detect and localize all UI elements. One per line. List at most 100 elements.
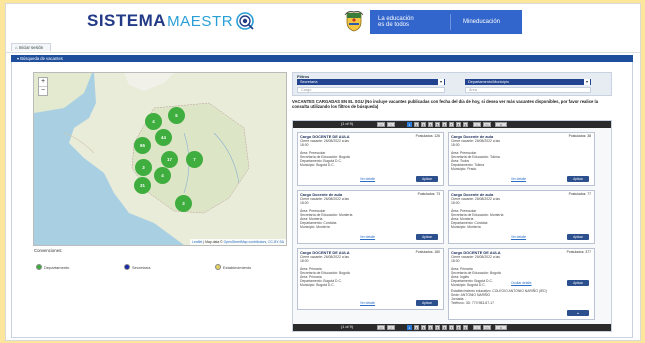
filters-box: Filtros Secretaría ▾ Departamento/Munici… — [292, 72, 612, 96]
next-page-button[interactable]: > — [473, 325, 481, 330]
page-button[interactable]: 6 — [442, 325, 447, 330]
apply-button[interactable]: Aplicar — [416, 176, 438, 182]
collapse-button[interactable]: ▴ — [567, 310, 589, 316]
cargo-select[interactable]: Cargo — [297, 87, 445, 93]
first-page-button[interactable]: << — [377, 325, 385, 330]
departamento-select[interactable]: Departamento/Municipio ▾ — [465, 79, 591, 85]
apply-button[interactable]: Aplicar — [416, 234, 438, 240]
page-button[interactable]: 5 — [435, 122, 440, 127]
card-applicants: Postulados: 377 — [566, 250, 591, 254]
blue-dot-icon — [124, 264, 130, 270]
chevron-down-icon: ▾ — [584, 79, 590, 85]
nav-row: ⌂ Iniciar sesión — [6, 42, 640, 53]
map-cluster-marker[interactable]: 4 — [145, 113, 162, 130]
vacancy-card: Cargo Docente de aula Postulados: 77 Cie… — [448, 190, 595, 244]
page: SISTEMA MAESTR La educación es de todos … — [5, 3, 641, 341]
details-link[interactable]: Ver detalle — [360, 301, 375, 305]
per-page-select[interactable]: 6 — [495, 122, 507, 127]
page-button[interactable]: 5 — [435, 325, 440, 330]
card-line: Municipio: Bogotá D.C. — [300, 163, 335, 167]
page-button[interactable]: 3 — [421, 122, 426, 127]
secretaria-select[interactable]: Secretaría ▾ — [297, 79, 445, 85]
legend-item-establecimiento: Establecimiento — [215, 264, 251, 270]
login-tab[interactable]: ⌂ Iniciar sesión — [11, 43, 51, 51]
login-tab-label: Iniciar sesión — [18, 45, 44, 50]
card-line: Municipio: Montería — [300, 225, 330, 229]
page-button[interactable]: 9 — [463, 122, 468, 127]
details-link[interactable]: Ver detalle — [360, 235, 375, 239]
header-bar: SISTEMA MAESTR La educación es de todos … — [6, 4, 640, 38]
card-line: 18:00 — [300, 259, 309, 263]
prev-page-button[interactable]: < — [387, 325, 395, 330]
colombia-coat-of-arms-icon — [344, 11, 364, 32]
sistema-maestro-logo[interactable]: SISTEMA MAESTR — [87, 10, 254, 32]
card-line: Teléfono: 3D: 770 983-87-17 — [451, 301, 494, 305]
per-page-select[interactable]: 6 — [495, 325, 507, 330]
details-link[interactable]: Ver detalle — [511, 177, 526, 181]
osm-link[interactable]: OpenStreetMap contributors, CC-BY-SA — [224, 240, 284, 244]
page-button[interactable]: 6 — [442, 122, 447, 127]
card-applicants: Postulados: 73 — [417, 192, 440, 196]
map-cluster-marker[interactable]: 44 — [155, 129, 172, 146]
zoom-in-button[interactable]: + — [39, 78, 47, 87]
logo-light-text: MAESTR — [167, 12, 234, 30]
page-button[interactable]: 9 — [463, 325, 468, 330]
map-cluster-marker[interactable]: 3 — [175, 195, 192, 212]
map-zoom-control: + − — [38, 77, 48, 96]
gov-slogan: La educación es de todos — [370, 16, 450, 29]
first-page-button[interactable]: << — [377, 122, 385, 127]
legend-label: Secretaría — [132, 264, 151, 270]
logo-bold-text: SISTEMA — [87, 11, 167, 30]
prev-page-button[interactable]: < — [387, 122, 395, 127]
map-cluster-marker[interactable]: 3 — [135, 159, 152, 176]
vacancy-card: Cargo DOCENTE DE AULA Postulados: 126 Ci… — [297, 132, 444, 186]
secretaria-select-value: Secretaría — [300, 80, 318, 84]
panel-header[interactable]: ▾ Búsqueda de vacantes — [11, 55, 633, 62]
vacancy-card: Cargo DOCENTE DE AULA Postulados: 377 Ci… — [448, 248, 595, 320]
panel-title: Búsqueda de vacantes — [20, 56, 63, 61]
hide-details-link[interactable]: Ocultar detalle — [511, 281, 532, 285]
apply-button[interactable]: Aplicar — [416, 300, 438, 306]
map-cluster-marker[interactable]: 31 — [134, 177, 151, 194]
vacancy-map[interactable]: + − 4 5 44 65 17 7 3 31 4 3 Leaflet | Ma… — [33, 72, 287, 246]
page-button[interactable]: 8 — [456, 122, 461, 127]
map-cluster-marker[interactable]: 5 — [168, 107, 185, 124]
gov-banner[interactable]: La educación es de todos Mineducación — [370, 10, 522, 34]
page-button[interactable]: 7 — [449, 325, 454, 330]
map-cluster-marker[interactable]: 65 — [134, 137, 151, 154]
vacancy-card: Cargo DOCENTE DE AULA Postulados: 180 Ci… — [297, 248, 444, 310]
zoom-out-button[interactable]: − — [39, 87, 47, 95]
next-page-button[interactable]: > — [473, 122, 481, 127]
card-applicants: Postulados: 126 — [415, 134, 440, 138]
page-button[interactable]: 4 — [428, 122, 433, 127]
card-applicants: Postulados: 77 — [568, 192, 591, 196]
last-page-button[interactable]: >> — [483, 325, 491, 330]
map-cluster-marker[interactable]: 4 — [154, 167, 171, 184]
results-grid: (1 of 9) << < 1 2 3 4 5 6 7 8 9 > >> 6 C… — [292, 120, 612, 332]
yellow-dot-icon — [215, 264, 221, 270]
apply-button[interactable]: Aplicar — [567, 176, 589, 182]
details-link[interactable]: Ver detalle — [360, 177, 375, 181]
apply-button[interactable]: Aplicar — [567, 280, 589, 286]
page-button[interactable]: 7 — [449, 122, 454, 127]
leaflet-link[interactable]: Leaflet — [192, 240, 202, 244]
page-button[interactable]: 1 — [407, 122, 412, 127]
legend-label: Establecimiento — [223, 264, 252, 270]
page-button[interactable]: 2 — [414, 325, 419, 330]
card-line: 18:00 — [451, 259, 460, 263]
page-button[interactable]: 4 — [428, 325, 433, 330]
page-button[interactable]: 2 — [414, 122, 419, 127]
area-select[interactable]: Área — [465, 87, 591, 93]
details-link[interactable]: Ver detalle — [511, 235, 526, 239]
page-button[interactable]: 1 — [407, 325, 412, 330]
card-line: Municipio: Prado — [451, 167, 477, 171]
page-button[interactable]: 8 — [456, 325, 461, 330]
map-cluster-marker[interactable]: 17 — [161, 151, 178, 168]
map-cluster-marker[interactable]: 7 — [186, 151, 203, 168]
card-line: 18:00 — [451, 143, 460, 147]
card-applicants: Postulados: 180 — [415, 250, 440, 254]
last-page-button[interactable]: >> — [483, 122, 491, 127]
card-line: Municipio: Bogotá D.C. — [451, 283, 486, 287]
apply-button[interactable]: Aplicar — [567, 234, 589, 240]
page-button[interactable]: 3 — [421, 325, 426, 330]
